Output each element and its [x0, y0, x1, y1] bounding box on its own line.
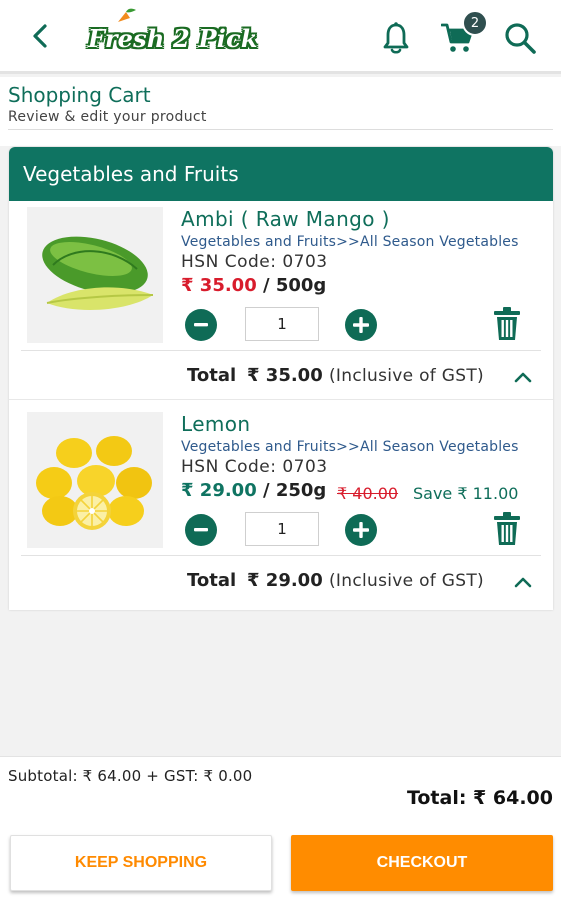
product-price: ₹ 35.00 / 500g: [181, 275, 326, 296]
hsn-code: HSN Code: 0703: [181, 457, 328, 477]
total-label: Total: [187, 365, 237, 386]
product-category[interactable]: Vegetables and Fruits>>All Season Vegeta…: [181, 234, 519, 250]
fresh2pick-logo[interactable]: Fresh 2 Pick: [88, 8, 258, 62]
decrease-quantity-button[interactable]: [185, 309, 217, 341]
section-title: Vegetables and Fruits: [9, 147, 553, 201]
page-header-spacer: [0, 131, 561, 146]
back-arrow-icon[interactable]: [24, 20, 56, 52]
trash-icon[interactable]: [491, 510, 523, 548]
decrease-quantity-button[interactable]: [185, 514, 217, 546]
price-unit: / 500g: [256, 275, 327, 296]
increase-quantity-button[interactable]: [345, 309, 377, 341]
total-label: Total: [187, 570, 237, 591]
gst-note: (Inclusive of GST): [329, 571, 484, 591]
app-bar: Fresh 2 Pick 2: [0, 0, 561, 74]
original-price: ₹ 40.00: [337, 484, 399, 503]
page-header: Shopping Cart Review & edit your product: [0, 77, 561, 131]
hsn-code: HSN Code: 0703: [181, 252, 328, 272]
product-image-lemon[interactable]: [27, 412, 163, 548]
product-category[interactable]: Vegetables and Fruits>>All Season Vegeta…: [181, 439, 519, 455]
product-image-mango[interactable]: [27, 207, 163, 343]
grand-total: Total: ₹ 64.00: [406, 787, 553, 809]
chevron-up-icon[interactable]: [511, 365, 535, 389]
trash-icon[interactable]: [491, 305, 523, 343]
gst-note: (Inclusive of GST): [329, 366, 484, 386]
product-name[interactable]: Ambi ( Raw Mango ): [181, 207, 390, 231]
divider: [21, 555, 541, 556]
keep-shopping-button[interactable]: KEEP SHOPPING: [10, 835, 272, 891]
cart-count-badge: 2: [462, 10, 488, 36]
savings-label: Save ₹ 11.00: [413, 484, 519, 503]
divider: [8, 129, 553, 130]
price-amount: ₹ 35.00: [181, 275, 257, 296]
item-total-row: Total ₹ 35.00 (Inclusive of GST): [9, 359, 553, 393]
total-amount: ₹ 29.00: [247, 570, 323, 591]
page-subtitle: Review & edit your product: [8, 109, 207, 125]
item-total-row: Total ₹ 29.00 (Inclusive of GST): [9, 564, 553, 598]
quantity-input[interactable]: [245, 512, 319, 546]
product-name[interactable]: Lemon: [181, 412, 251, 436]
divider: [21, 350, 541, 351]
total-amount: ₹ 35.00: [247, 365, 323, 386]
price-amount: ₹ 29.00: [181, 480, 257, 501]
carrot-leaf-icon: [118, 8, 136, 22]
page-title: Shopping Cart: [8, 83, 151, 107]
increase-quantity-button[interactable]: [345, 514, 377, 546]
cart-section-card: Vegetables and Fruits Ambi ( Raw Mango )…: [9, 147, 553, 610]
price-unit: / 250g: [256, 480, 327, 501]
chevron-up-icon[interactable]: [511, 570, 535, 594]
item-separator: [9, 399, 553, 400]
bell-icon[interactable]: [376, 18, 416, 58]
cart-item: Lemon Vegetables and Fruits>>All Season …: [9, 406, 553, 610]
cart-summary: Subtotal: ₹ 64.00 + GST: ₹ 0.00 Total: ₹…: [0, 756, 561, 900]
cart-item: Ambi ( Raw Mango ) Vegetables and Fruits…: [9, 201, 553, 406]
product-price: ₹ 29.00 / 250g: [181, 480, 326, 501]
quantity-input[interactable]: [245, 307, 319, 341]
subtotal-text: Subtotal: ₹ 64.00 + GST: ₹ 0.00: [8, 767, 253, 785]
checkout-button[interactable]: CHECKOUT: [291, 835, 553, 891]
search-icon[interactable]: [500, 18, 540, 58]
logo-text: Fresh 2 Pick: [88, 23, 258, 53]
